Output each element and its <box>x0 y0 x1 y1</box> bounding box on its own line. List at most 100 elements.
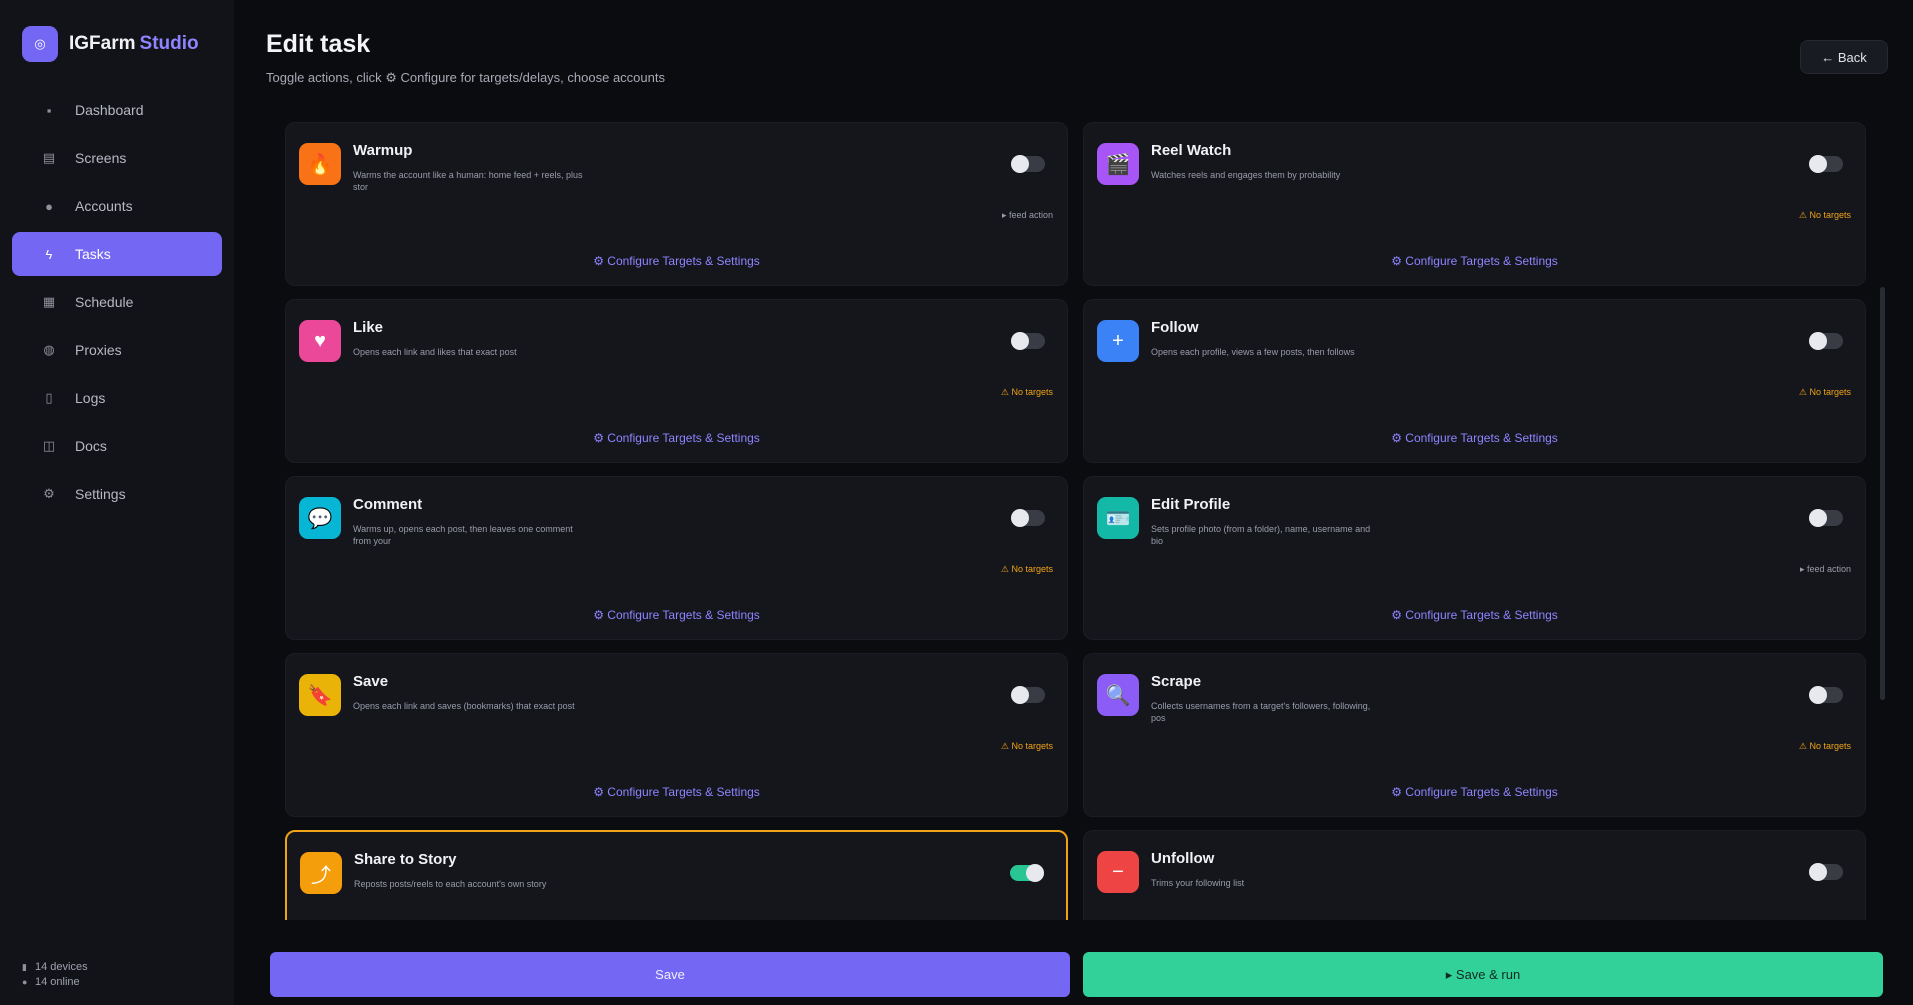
calendar-icon: ▦ <box>42 294 56 309</box>
card-title: Share to Story <box>354 851 457 868</box>
enable-toggle[interactable] <box>1011 686 1045 704</box>
brand[interactable]: ◎ IGFarm Studio <box>22 26 199 62</box>
action-card-warmup[interactable]: 🔥 Warmup Warms the account like a human: h… <box>285 122 1068 286</box>
no-targets-warning: ⚠ No targets <box>1798 210 1851 220</box>
device-count: 14 devices <box>35 961 88 973</box>
card-title: Comment <box>353 496 423 513</box>
dashboard-icon: ▪ <box>46 102 52 118</box>
toggle-knob <box>1809 863 1827 881</box>
card-title: Unfollow <box>1151 850 1215 867</box>
card-description: Opens each link and likes that exact pos… <box>353 347 517 357</box>
card-title: Follow <box>1151 319 1199 336</box>
toggle-knob <box>1026 864 1044 882</box>
no-targets-warning: ⚠ No targets <box>1000 741 1053 751</box>
online-icon: ● <box>22 977 28 987</box>
toggle-knob <box>1809 509 1827 527</box>
action-card-scrape[interactable]: 🔍 Scrape Collects usernames from a target'… <box>1083 653 1866 817</box>
brand-name: IGFarm <box>69 33 136 54</box>
toggle-knob <box>1809 155 1827 173</box>
toggle-knob <box>1809 686 1827 704</box>
configure-targets-link[interactable]: ⚙ Configure Targets & Settings <box>286 254 1067 268</box>
sidebar-item-dashboard[interactable]: ▪ Dashboard <box>12 88 222 132</box>
sidebar-item-proxies[interactable]: ◍ Proxies <box>12 328 222 372</box>
card-description: Reposts posts/reels to each account's ow… <box>354 879 547 889</box>
brand-accent: Studio <box>139 33 199 54</box>
no-targets-warning: ⚠ No targets <box>1798 741 1851 751</box>
magnifier-icon: 🔍 <box>1097 674 1139 716</box>
sidebar-item-settings[interactable]: ⚙ Settings <box>12 472 222 516</box>
action-card-comment[interactable]: 💬 Comment Warms up, opens each post, then … <box>285 476 1068 640</box>
enable-toggle[interactable] <box>1809 155 1843 173</box>
sidebar-item-label: Settings <box>75 486 126 502</box>
device-icon: ▮ <box>22 962 27 972</box>
configure-targets-link[interactable]: ⚙ Configure Targets & Settings <box>286 431 1067 445</box>
enable-toggle[interactable] <box>1011 509 1045 527</box>
sidebar-item-label: Screens <box>75 150 127 166</box>
sidebar-item-tasks[interactable]: ϟ Tasks <box>12 232 222 276</box>
no-targets-warning: ⚠ No targets <box>1000 564 1053 574</box>
scrollbar[interactable] <box>1880 287 1885 700</box>
sidebar-item-logs[interactable]: ▯ Logs <box>12 376 222 420</box>
enable-toggle[interactable] <box>1010 864 1044 882</box>
configure-targets-link[interactable]: ⚙ Configure Targets & Settings <box>1084 785 1865 799</box>
document-icon: ▯ <box>45 390 53 405</box>
book-icon: ◫ <box>42 438 56 453</box>
toggle-knob <box>1011 509 1029 527</box>
sidebar-item-docs[interactable]: ◫ Docs <box>12 424 222 468</box>
enable-toggle[interactable] <box>1809 686 1843 704</box>
card-title: Reel Watch <box>1151 142 1232 159</box>
enable-toggle[interactable] <box>1809 332 1843 350</box>
card-title: Edit Profile <box>1151 496 1231 513</box>
card-title: Warmup <box>353 142 413 159</box>
sidebar-item-label: Logs <box>75 390 106 406</box>
clapper-icon: 🎬 <box>1097 143 1139 185</box>
sidebar-nav: ▪ Dashboard ▤ Screens ● Accounts ϟ Tasks ▦ Schedu… <box>12 88 222 520</box>
sidebar-item-accounts[interactable]: ● Accounts <box>12 184 222 228</box>
sidebar-item-label: Accounts <box>75 198 133 214</box>
configure-targets-link[interactable]: ⚙ Configure Targets & Settings <box>1084 254 1865 268</box>
sidebar-item-label: Schedule <box>75 294 134 310</box>
gear-icon: ⚙ <box>43 486 55 501</box>
screens-icon: ▤ <box>42 150 56 165</box>
globe-icon: ◍ <box>43 342 55 357</box>
action-card-save[interactable]: 🔖 Save Opens each link and saves (bookmark… <box>285 653 1068 817</box>
bookmark-icon: 🔖 <box>299 674 341 716</box>
plus-icon: + <box>1097 320 1139 362</box>
card-description: Warms up, opens each post, then leaves o… <box>353 524 573 546</box>
action-card-follow[interactable]: + Follow Opens each profile, views a few p… <box>1083 299 1866 463</box>
configure-targets-link[interactable]: ⚙ Configure Targets & Settings <box>1084 431 1865 445</box>
back-button[interactable]: ← Back <box>1800 40 1888 74</box>
configure-targets-link[interactable]: ⚙ Configure Targets & Settings <box>286 785 1067 799</box>
minus-icon: − <box>1097 851 1139 893</box>
sidebar-item-schedule[interactable]: ▦ Schedule <box>12 280 222 324</box>
card-description: Collects usernames from a target's follo… <box>1151 701 1371 723</box>
toggle-knob <box>1809 332 1827 350</box>
configure-targets-link[interactable]: ⚙ Configure Targets & Settings <box>1084 608 1865 622</box>
online-count: 14 online <box>35 976 80 988</box>
action-card-like[interactable]: ♥ Like Opens each link and likes that exac… <box>285 299 1068 463</box>
toggle-knob <box>1011 155 1029 173</box>
card-description: Warms the account like a human: home fee… <box>353 170 583 192</box>
sidebar-item-label: Tasks <box>75 246 111 262</box>
device-status: ▮ 14 devices ● 14 online <box>22 960 88 990</box>
heart-icon: ♥ <box>299 320 341 362</box>
action-card-reel-watch[interactable]: 🎬 Reel Watch Watches reels and engages the… <box>1083 122 1866 286</box>
enable-toggle[interactable] <box>1011 332 1045 350</box>
configure-targets-link[interactable]: ⚙ Configure Targets & Settings <box>286 608 1067 622</box>
feed-action-label: ▸ feed action <box>1001 210 1053 220</box>
card-description: Watches reels and engages them by probab… <box>1151 170 1341 180</box>
card-title: Scrape <box>1151 673 1202 690</box>
bolt-icon: ϟ <box>45 246 53 262</box>
save-and-run-button[interactable]: ▸ Save & run <box>1083 952 1883 997</box>
enable-toggle[interactable] <box>1809 863 1843 881</box>
card-description: Opens each profile, views a few posts, t… <box>1151 347 1355 357</box>
enable-toggle[interactable] <box>1011 155 1045 173</box>
action-card-edit-profile[interactable]: 🪪 Edit Profile Sets profile photo (from a … <box>1083 476 1866 640</box>
sidebar-item-screens[interactable]: ▤ Screens <box>12 136 222 180</box>
enable-toggle[interactable] <box>1809 509 1843 527</box>
no-targets-warning: ⚠ No targets <box>1798 387 1851 397</box>
user-icon: ● <box>45 198 53 214</box>
no-targets-warning: ⚠ No targets <box>1000 387 1053 397</box>
toggle-knob <box>1011 332 1029 350</box>
save-button[interactable]: Save <box>270 952 1070 997</box>
